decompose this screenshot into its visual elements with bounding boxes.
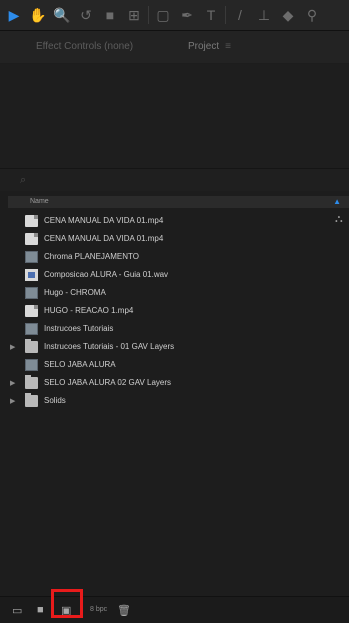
list-item-label: Composicao ALURA - Guia 01.wav — [44, 270, 169, 279]
list-item[interactable]: ▶ SELO JABA ALURA 02 GAV Layers — [8, 374, 338, 392]
comp-icon — [25, 323, 38, 335]
project-item-list: CENA MANUAL DA VIDA 01.mp4 CENA MANUAL DA… — [8, 212, 338, 410]
list-item-label: CENA MANUAL DA VIDA 01.mp4 — [44, 216, 164, 225]
list-item-label: Chroma PLANEJAMENTO — [44, 252, 139, 261]
list-item-label: SELO JABA ALURA 02 GAV Layers — [44, 378, 172, 387]
column-header[interactable]: Name ▲ — [8, 196, 349, 208]
list-item[interactable]: CENA MANUAL DA VIDA 01.mp4 — [8, 212, 338, 230]
pan-behind-icon[interactable]: ⊞ — [124, 5, 144, 25]
clone-icon[interactable]: ⊥ — [254, 5, 274, 25]
tools-toolbar: ▶ ✋ 🔍 ↺ ■ ⊞ ▢ ✒ T / ⊥ ◆ ⚲ — [0, 0, 349, 31]
list-item-label: Instrucoes Tutoriais - 01 GAV Layers — [44, 342, 175, 351]
list-item-label: Instrucoes Tutoriais — [44, 324, 114, 333]
delete-icon[interactable]: 🗑 — [117, 604, 131, 617]
list-item[interactable]: ▶ Instrucoes Tutoriais - 01 GAV Layers — [8, 338, 338, 356]
list-item[interactable]: ▶ Solids — [8, 392, 338, 410]
toolbar-separator — [148, 6, 149, 24]
comp-icon — [25, 287, 38, 299]
comp-icon — [25, 251, 38, 263]
tab-effect-controls[interactable]: Effect Controls (none) — [36, 41, 133, 52]
list-item[interactable]: Hugo - CHROMA — [8, 284, 338, 302]
toolbar-separator — [225, 6, 226, 24]
audio-icon — [25, 269, 38, 281]
file-icon — [25, 305, 38, 317]
folder-icon — [25, 393, 38, 407]
list-item[interactable]: Chroma PLANEJAMENTO — [8, 248, 338, 266]
tab-project-label: Project — [188, 41, 220, 52]
rotate-icon[interactable]: ↺ — [76, 5, 96, 25]
folder-icon — [25, 339, 38, 353]
camera-icon[interactable]: ■ — [100, 5, 120, 25]
panel-menu-icon[interactable]: ≡ — [225, 41, 231, 52]
list-item[interactable]: Composicao ALURA - Guia 01.wav — [8, 266, 338, 284]
twirl-arrow-icon[interactable]: ▶ — [10, 343, 15, 351]
sort-ascending-icon[interactable]: ▲ — [333, 197, 341, 206]
panel-tabs: Effect Controls (none) Project ≡ — [0, 31, 349, 63]
type-icon[interactable]: T — [201, 5, 221, 25]
search-icon: ⌕ — [20, 174, 27, 186]
twirl-arrow-icon[interactable]: ▶ — [10, 379, 15, 387]
tab-project[interactable]: Project ≡ — [188, 41, 231, 52]
file-icon — [25, 215, 38, 227]
zoom-icon[interactable]: 🔍 — [52, 5, 72, 25]
new-folder-icon[interactable]: ■ — [37, 604, 44, 616]
list-item-label: Hugo - CHROMA — [44, 288, 106, 297]
brush-icon[interactable]: / — [230, 5, 250, 25]
list-item-label: Solids — [44, 396, 66, 405]
rectangle-icon[interactable]: ▢ — [153, 5, 173, 25]
selection-icon[interactable]: ▶ — [4, 5, 24, 25]
hand-icon[interactable]: ✋ — [28, 5, 48, 25]
twirl-arrow-icon[interactable]: ▶ — [10, 397, 15, 405]
project-bit-depth[interactable]: 8 bpc — [90, 606, 107, 613]
list-item[interactable]: SELO JABA ALURA — [8, 356, 338, 374]
interpret-footage-icon[interactable]: ▭ — [12, 604, 22, 617]
list-item[interactable]: Instrucoes Tutoriais — [8, 320, 338, 338]
list-item-label: CENA MANUAL DA VIDA 01.mp4 — [44, 234, 164, 243]
folder-icon — [25, 375, 38, 389]
comp-icon — [25, 359, 38, 371]
list-item-label: SELO JABA ALURA — [44, 360, 116, 369]
project-search-bar[interactable]: ⌕ — [0, 168, 349, 191]
column-name-label[interactable]: Name — [30, 198, 49, 205]
list-item[interactable]: HUGO - REACAO 1.mp4 — [8, 302, 338, 320]
file-icon — [25, 233, 38, 245]
highlight-box — [51, 589, 83, 618]
project-preview-area — [0, 64, 349, 168]
list-item[interactable]: CENA MANUAL DA VIDA 01.mp4 — [8, 230, 338, 248]
eraser-icon[interactable]: ◆ — [278, 5, 298, 25]
pen-icon[interactable]: ✒ — [177, 5, 197, 25]
roto-icon[interactable]: ⚲ — [302, 5, 322, 25]
list-item-label: HUGO - REACAO 1.mp4 — [44, 306, 134, 315]
